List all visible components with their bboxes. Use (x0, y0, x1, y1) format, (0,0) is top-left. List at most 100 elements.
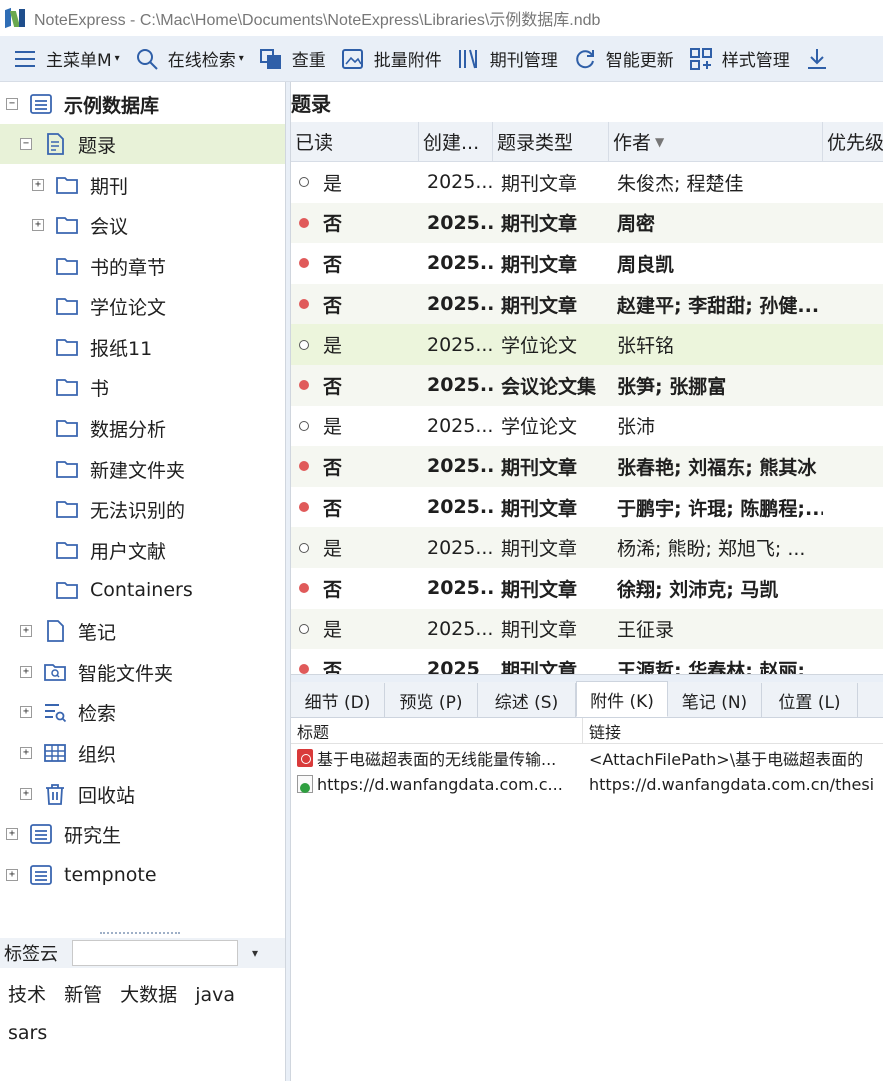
folder-icon (54, 172, 80, 198)
tab-preview[interactable]: 预览 (P) (385, 683, 478, 717)
table-row[interactable]: 是 2025... 期刊文章 杨浠; 熊盼; 郑旭飞; ... (291, 527, 883, 568)
expand-toggle[interactable]: + (20, 788, 32, 800)
expand-toggle[interactable]: + (20, 625, 32, 637)
table-row[interactable]: 否 2025.. 期刊文章 赵建平; 李甜甜; 孙健... (291, 283, 883, 325)
table-row[interactable]: 否 2025.. 期刊文章 徐翔; 刘沛克; 马凯 (291, 568, 883, 609)
table-row[interactable]: 否 2025.. 期刊文章 张春艳; 刘福东; 熊其冰 (291, 446, 883, 487)
table-row[interactable]: 否 2025.. 期刊文章 周密 (291, 202, 883, 244)
tree-folder-user-docs[interactable]: 用户文献 (0, 530, 285, 570)
tab-attachments[interactable]: 附件 (K) (576, 681, 668, 717)
type-cell: 期刊文章 (501, 619, 578, 642)
expand-toggle[interactable]: + (20, 706, 32, 718)
expand-toggle[interactable]: + (32, 179, 44, 191)
journal-manage-button[interactable]: 期刊管理 (456, 46, 558, 72)
column-header-title[interactable]: 标题 (291, 718, 583, 743)
created-cell: 2025 (427, 658, 480, 674)
table-row[interactable]: 是 2025... 学位论文 张轩铭 (291, 324, 883, 365)
column-header-priority[interactable]: 优先级 (823, 122, 883, 161)
tree-node-search[interactable]: + 检索 (0, 692, 285, 732)
tree-node-library-grad[interactable]: + 研究生 (0, 814, 285, 854)
duplicate-icon (258, 46, 284, 72)
tree-folder-conference[interactable]: + 会议 (0, 205, 285, 245)
read-cell: 是 (291, 162, 419, 203)
tree-folder-book-chapter[interactable]: 书的章节 (0, 246, 285, 286)
hamburger-menu-icon (12, 46, 38, 72)
table-row[interactable]: 否 2025.. 期刊文章 周良凯 (291, 243, 883, 284)
tree-folder-new-folder[interactable]: 新建文件夹 (0, 449, 285, 489)
tree-node-library-tempnote[interactable]: + tempnote (0, 855, 285, 895)
read-status-dot-icon (299, 542, 309, 553)
online-search-button[interactable]: 在线检索 ▾ (134, 46, 244, 72)
tag-item[interactable]: sars (8, 1022, 47, 1044)
priority-cell (823, 324, 883, 365)
collapse-toggle[interactable]: − (6, 98, 18, 110)
dedupe-button[interactable]: 查重 (258, 46, 326, 72)
tag-cloud-label: 标签云 (4, 944, 58, 965)
resize-handle[interactable] (100, 932, 180, 936)
table-row[interactable]: 否 2025.. 期刊文章 于鹏宇; 许琨; 陈鹏程;... (291, 487, 883, 528)
tag-item[interactable]: java (195, 984, 235, 1006)
tag-filter-input[interactable] (72, 940, 238, 966)
batch-attach-button[interactable]: 批量附件 (340, 46, 442, 72)
style-manage-button[interactable]: 样式管理 (688, 46, 790, 72)
tree-folder-journal[interactable]: + 期刊 (0, 165, 285, 205)
read-cell: 否 (291, 203, 419, 244)
expand-toggle[interactable]: + (32, 219, 44, 231)
smart-update-button[interactable]: 智能更新 (572, 46, 674, 72)
read-status-dot-icon (299, 502, 309, 513)
attachment-row[interactable]: https://d.wanfangdata.com.c... https://d… (291, 771, 883, 797)
expand-toggle[interactable]: + (6, 869, 18, 881)
table-row[interactable]: 是 2025... 期刊文章 朱俊杰; 程楚佳 (291, 162, 883, 203)
tree-node-notes[interactable]: + 笔记 (0, 611, 285, 651)
tree-folder-containers[interactable]: Containers (0, 570, 285, 610)
library-tree: − 示例数据库 − 题录 + 期刊 + 会议 书的章节 学位论文 报纸11 书 … (0, 82, 285, 934)
tree-node-organize[interactable]: + 组织 (0, 733, 285, 773)
tab-details[interactable]: 细节 (D) (291, 683, 385, 717)
download-button[interactable] (804, 46, 838, 72)
main-menu-button[interactable]: 主菜单M ▾ (12, 46, 120, 72)
author-cell: 张沛 (617, 416, 656, 439)
tab-summary[interactable]: 综述 (S) (478, 683, 576, 717)
table-row[interactable]: 否 2025.. 会议论文集 张笋; 张挪富 (291, 365, 883, 406)
folder-icon (54, 577, 80, 603)
folder-icon (54, 456, 80, 482)
column-header-link[interactable]: 链接 (583, 718, 883, 743)
tree-node-library[interactable]: − 示例数据库 (0, 84, 285, 124)
expand-toggle[interactable]: + (20, 747, 32, 759)
attachments-header: 标题 链接 (291, 718, 883, 744)
column-header-author[interactable]: 作者 ▼ (609, 122, 823, 161)
column-header-read[interactable]: 已读 (291, 122, 419, 161)
database-list-icon (28, 91, 54, 117)
table-row[interactable]: 是 2025... 学位论文 张沛 (291, 406, 883, 447)
dropdown-arrow-icon[interactable]: ▾ (252, 946, 258, 960)
read-cell: 否 (291, 446, 419, 487)
folder-icon (54, 415, 80, 441)
tree-node-records[interactable]: − 题录 (0, 124, 285, 164)
tree-node-recycle-bin[interactable]: + 回收站 (0, 774, 285, 814)
tree-folder-book[interactable]: 书 (0, 367, 285, 407)
attachment-row[interactable]: 基于电磁超表面的无线能量传输... <AttachFilePath>\基于电磁超… (291, 745, 883, 771)
noteexpress-logo-icon (4, 7, 26, 29)
style-grid-icon (688, 46, 714, 72)
tree-node-smart-folder[interactable]: + 智能文件夹 (0, 652, 285, 692)
tag-item[interactable]: 大数据 (120, 984, 177, 1006)
column-header-type[interactable]: 题录类型 (493, 122, 609, 161)
tab-location[interactable]: 位置 (L) (762, 683, 858, 717)
expand-toggle[interactable]: + (20, 666, 32, 678)
tab-notes[interactable]: 笔记 (N) (668, 683, 762, 717)
folder-icon (54, 334, 80, 360)
priority-cell (823, 568, 883, 609)
created-cell: 2025... (427, 171, 493, 194)
collapse-toggle[interactable]: − (20, 138, 32, 150)
table-row[interactable]: 是 2025... 期刊文章 王征录 (291, 608, 883, 650)
read-status-dot-icon (299, 177, 309, 188)
tree-folder-newspaper[interactable]: 报纸11 (0, 327, 285, 367)
expand-toggle[interactable]: + (6, 828, 18, 840)
tree-folder-data-analysis[interactable]: 数据分析 (0, 408, 285, 448)
column-header-created[interactable]: 创建... (419, 122, 493, 161)
tree-folder-unrecognized[interactable]: 无法识别的 (0, 489, 285, 529)
table-row[interactable]: 否 2025 期刊文章 王源哲; 华春林; 赵丽; (291, 649, 883, 674)
tag-item[interactable]: 技术 (8, 984, 46, 1006)
tag-item[interactable]: 新管 (64, 984, 102, 1006)
tree-folder-thesis[interactable]: 学位论文 (0, 286, 285, 326)
